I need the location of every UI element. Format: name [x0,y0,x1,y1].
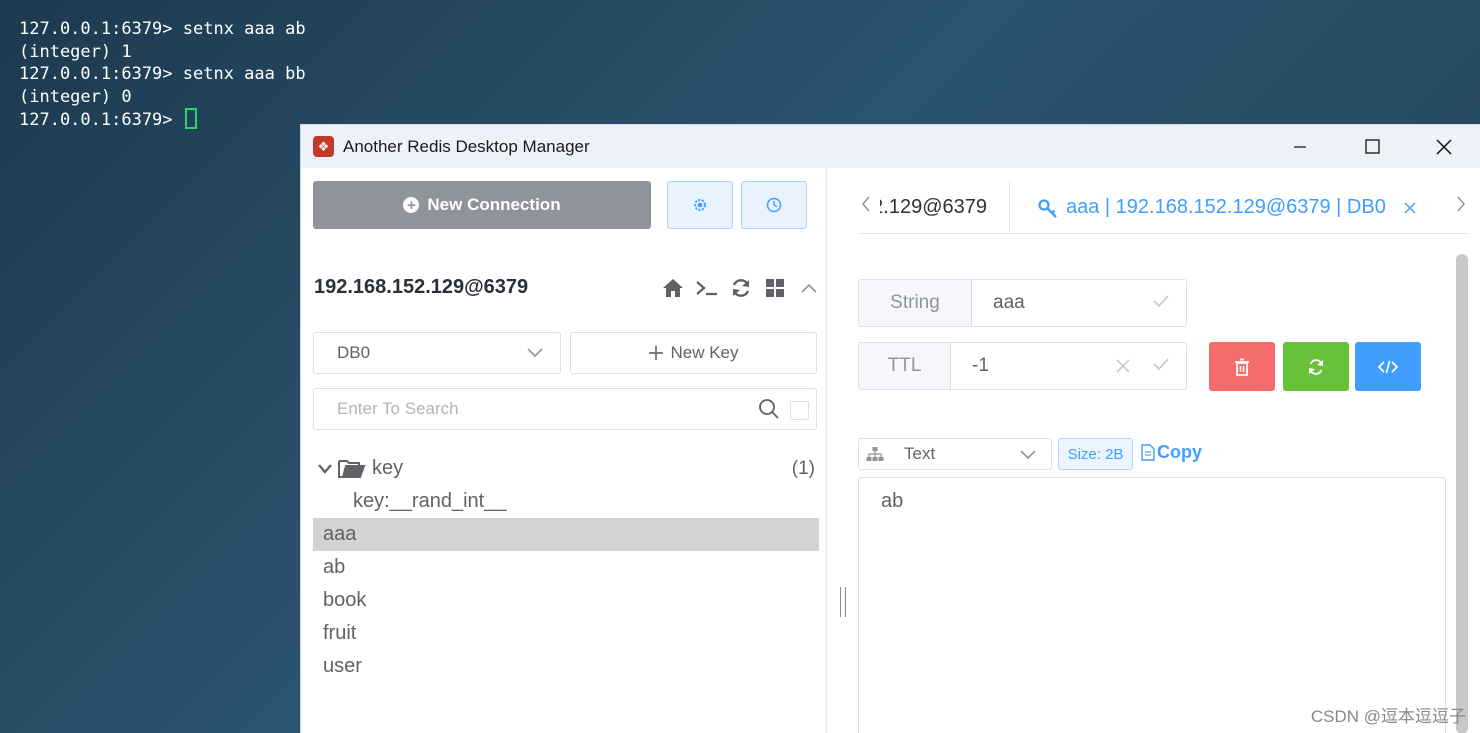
check-icon[interactable] [1152,292,1170,310]
key-icon [1038,198,1057,218]
check-icon[interactable] [1152,355,1170,373]
chevron-down-icon [1020,450,1036,460]
refresh-key-button[interactable] [1283,342,1349,391]
chevron-right-icon[interactable] [1455,195,1467,213]
terminal-line: (integer) 0 [19,86,132,107]
grid-icon[interactable] [763,276,787,300]
terminal-line: (integer) 1 [19,41,132,62]
delete-key-button[interactable] [1209,342,1275,391]
plus-icon [649,346,664,360]
window-controls [1264,125,1480,168]
connection-actions [661,276,821,300]
maximize-icon [1364,139,1380,154]
value-text: ab [881,490,904,512]
key-detail-panel: 192.168.152.129@6379 aaa | 192.168.152.1… [828,168,1480,733]
key-tree: key (1) key:__rand_int__ aaa ab book fru… [313,452,819,683]
ttl-input[interactable]: -1 [950,342,1187,390]
new-key-button[interactable]: New Key [570,332,817,374]
code-icon [1378,360,1398,373]
folder-open-icon [338,459,366,478]
tree-key-item[interactable]: fruit [313,617,819,650]
command-log-button[interactable] [741,181,807,229]
tab-connection-label: 192.168.152.129@6379 [880,196,987,218]
terminal-icon[interactable] [695,276,719,300]
close-icon [1436,138,1452,155]
key-type-label: String [858,279,972,327]
copy-button[interactable]: Copy [1141,442,1202,463]
tree-key-item-selected[interactable]: aaa [313,518,819,551]
watermark: CSDN @逗本逗逗子 [1310,707,1466,726]
scrollbar[interactable] [1456,254,1468,733]
connection-sidebar: + New Connection 192.168.152.129@6379 DB… [301,168,827,733]
redis-logo-icon: ❖ [313,136,334,157]
chevron-up-icon[interactable] [797,276,821,300]
close-button[interactable] [1408,125,1480,168]
ttl-label: TTL [858,342,951,390]
terminal-line: 127.0.0.1:6379> setnx aaa bb [19,64,306,84]
new-connection-button[interactable]: + New Connection [313,181,651,229]
terminal-cursor [184,108,197,129]
search-icon[interactable] [758,398,780,420]
maximize-button[interactable] [1336,125,1408,168]
app-window: ❖ Another Redis Desktop Manager + New Co… [300,124,1480,733]
key-search-input[interactable]: Enter To Search [313,388,817,430]
folder-name: key [372,457,404,479]
settings-button[interactable] [667,181,733,229]
tree-key-item[interactable]: book [313,584,819,617]
chevron-down-icon [527,348,543,358]
tab-bar: 192.168.152.129@6379 aaa | 192.168.152.1… [858,181,1468,234]
chevron-down-icon [318,463,332,474]
tab-connection[interactable]: 192.168.152.129@6379 [880,181,1010,234]
sitemap-icon [866,447,884,461]
gear-icon [694,199,706,211]
viewer-type-select[interactable]: Text [858,438,1052,470]
tab-key-label: aaa | 192.168.152.129@6379 | DB0 [1066,196,1386,218]
tree-key-item[interactable]: ab [313,551,819,584]
refresh-icon [1309,358,1323,375]
viewer-type-value: Text [904,444,936,463]
tree-key-item[interactable]: key:__rand_int__ [313,485,819,518]
chevron-left-icon[interactable] [860,195,872,213]
exact-search-checkbox[interactable] [790,401,809,420]
search-placeholder: Enter To Search [337,399,459,418]
clock-icon [766,197,782,213]
trash-icon [1235,358,1249,376]
tab-key-aaa[interactable]: aaa | 192.168.152.129@6379 | DB0 [1038,181,1416,234]
tree-folder-key[interactable]: key (1) [313,452,819,485]
terminal-prompt: 127.0.0.1:6379> [19,110,183,130]
dump-command-button[interactable] [1355,342,1421,391]
clear-icon[interactable] [1115,358,1131,374]
folder-count: (1) [791,457,815,479]
document-icon [1141,444,1155,461]
refresh-icon[interactable] [729,276,753,300]
copy-label: Copy [1157,442,1202,462]
minimize-button[interactable] [1264,125,1336,168]
ttl-value: -1 [972,355,989,376]
db-select-value: DB0 [337,343,371,362]
new-connection-label: New Connection [427,195,561,214]
plus-circle-icon: + [403,197,420,213]
window-title: Another Redis Desktop Manager [343,136,590,156]
minimize-icon [1294,145,1306,148]
home-icon[interactable] [661,276,685,300]
new-key-label: New Key [670,343,739,362]
title-bar[interactable]: ❖ Another Redis Desktop Manager [301,125,1480,168]
connection-name[interactable]: 192.168.152.129@6379 [314,276,528,299]
tree-key-item[interactable]: user [313,650,819,683]
close-icon[interactable] [1404,202,1416,214]
key-name-value: aaa [993,292,1025,313]
key-name-input[interactable]: aaa [971,279,1187,327]
terminal-line: 127.0.0.1:6379> setnx aaa ab [19,19,306,39]
value-editor[interactable]: ab [858,477,1446,733]
db-select[interactable]: DB0 [313,332,561,374]
size-badge: Size: 2B [1058,438,1133,470]
